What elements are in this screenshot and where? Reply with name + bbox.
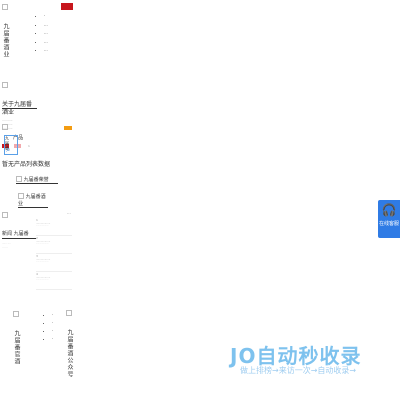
nav-item[interactable]: ... [44, 38, 48, 47]
watermark-slogan: 做上排榜→来访一次→自动收录→ [240, 366, 357, 375]
news-list: 1 ·················· ···················… [36, 218, 72, 290]
news-intro: 新闻 九届番 ······ ···· ·· ···· [2, 212, 36, 250]
broken-image-icon [2, 212, 8, 218]
footer-bullet[interactable]: · [52, 311, 53, 319]
empty-products-message: 暂无产品列表数据 [2, 161, 51, 168]
online-service-button[interactable]: 🎧 在线客服 [378, 200, 400, 238]
news-list-item[interactable]: 3 ·················· ···················… [36, 254, 72, 272]
footer-bullets: · · · · [48, 311, 53, 343]
nav-item[interactable]: · [44, 12, 48, 21]
honor-link[interactable]: 九届番荣誉 [16, 176, 58, 184]
broken-image-icon [2, 4, 8, 10]
broken-image-icon [16, 176, 22, 182]
news-list-item[interactable]: 4 ·················· ···················… [36, 272, 72, 290]
footer-official-link[interactable]: 九届番官酒 [13, 311, 20, 365]
watermark: JO自动秒收录 做上排榜→来访一次→自动收录→ [230, 340, 390, 382]
news-meta: ·· ···· [2, 246, 8, 249]
broken-image-icon [18, 193, 24, 199]
service-label: 在线客服 [378, 221, 399, 227]
footer-bullet[interactable]: · [52, 319, 53, 327]
intro-title: 关于九届番 [2, 101, 33, 108]
nav-item[interactable]: ... [44, 29, 48, 38]
broken-image-icon [2, 82, 8, 88]
footer-bullet[interactable]: · [52, 335, 53, 343]
divider [2, 238, 36, 239]
site-logo[interactable]: 九届番酒业 [2, 4, 12, 58]
footer-bullet[interactable]: · [52, 327, 53, 335]
news-more-link[interactable]: ··· [67, 211, 71, 216]
news-list-item[interactable]: 2 ·················· ···················… [36, 236, 72, 254]
intro-subtitle: 酒业 [2, 109, 15, 116]
brand-link[interactable]: 九届番酒业 [18, 193, 48, 208]
main-nav: · ... ... ... ... [38, 12, 48, 55]
broken-image-icon [2, 124, 8, 130]
footer-wechat-link[interactable]: 九届番酒公众号 [66, 310, 73, 378]
headset-icon: 🎧 [381, 203, 397, 217]
orange-tag[interactable] [64, 126, 72, 130]
news-heading: 新闻 九届番 [2, 231, 29, 237]
nav-item[interactable]: ... [44, 21, 48, 30]
broken-image-icon [66, 310, 72, 316]
news-list-item[interactable]: 1 ·················· ···················… [36, 218, 72, 236]
nav-item[interactable]: ... [44, 46, 48, 55]
counter: 1 [27, 144, 30, 148]
header-red-button[interactable] [61, 3, 73, 10]
magnifier-icon[interactable]: ⌕ [6, 145, 10, 155]
logo-alt-text: 九届番酒业 [2, 23, 9, 58]
broken-image-icon [13, 311, 19, 317]
